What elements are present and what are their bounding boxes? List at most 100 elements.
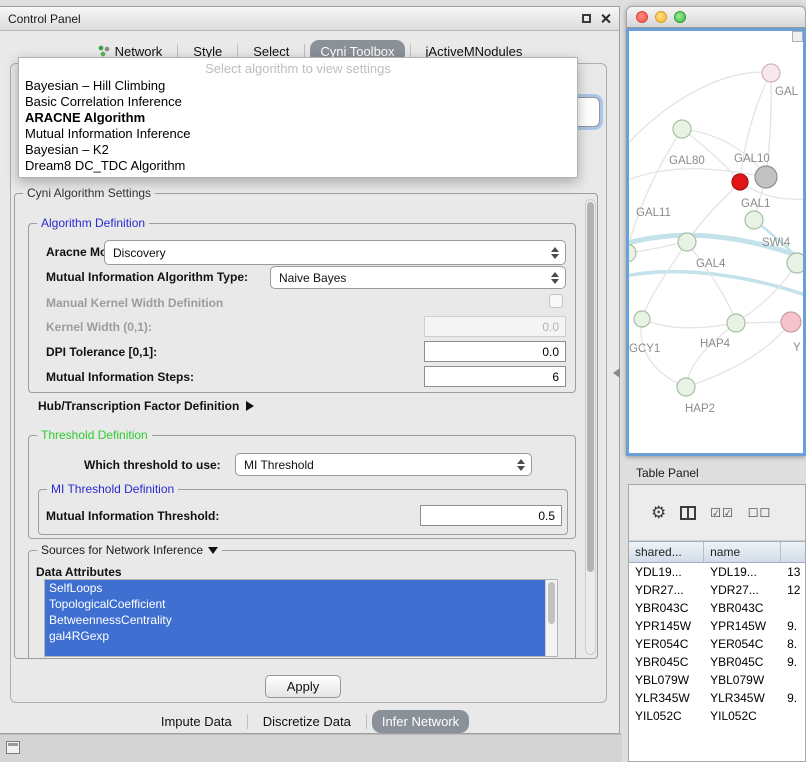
kernel-width-label: Kernel Width (0,1):: [46, 320, 152, 334]
panel-collapse-arrow-icon[interactable]: [613, 368, 620, 378]
menu-item-bayesian-k2[interactable]: Bayesian – K2: [19, 142, 577, 158]
maximize-icon[interactable]: [581, 13, 592, 24]
settings-scrollbar-thumb[interactable]: [587, 202, 594, 572]
columns-icon[interactable]: [680, 506, 696, 520]
hub-definition-toggle[interactable]: Hub/Transcription Factor Definition: [38, 399, 254, 413]
network-view-window: GALGAL80GAL10GAL11GAL1SWI4GAL4GCY1HAP4YH…: [626, 6, 806, 456]
network-node-green[interactable]: [678, 233, 696, 251]
network-node-green[interactable]: [787, 253, 803, 273]
menu-item-aracne-algorithm[interactable]: ARACNE Algorithm: [19, 110, 577, 126]
gear-icon[interactable]: [651, 503, 666, 523]
network-node-green[interactable]: [629, 244, 636, 262]
table-row[interactable]: YPR145WYPR145W9.: [629, 617, 806, 635]
checked-boxes-icon[interactable]: [710, 506, 734, 520]
table-toolbar: [629, 485, 805, 541]
menu-item-mutual-information-inference[interactable]: Mutual Information Inference: [19, 126, 577, 142]
table-cell: YLR345W: [704, 689, 781, 707]
list-scrollbar-thumb[interactable]: [548, 582, 555, 624]
table-row[interactable]: YBL079WYBL079W: [629, 671, 806, 689]
minimized-panel-icon[interactable]: [6, 741, 20, 754]
tab-label: Discretize Data: [263, 714, 351, 729]
list-scrollbar[interactable]: [545, 580, 557, 656]
column-header-name[interactable]: name: [704, 541, 781, 563]
window-buttons: [581, 13, 611, 24]
unchecked-boxes-icon[interactable]: [748, 506, 772, 520]
table-cell: [781, 599, 806, 617]
tab-separator: [366, 714, 367, 729]
network-edge: [642, 242, 687, 319]
network-node-red[interactable]: [732, 174, 748, 190]
settings-scrollbar[interactable]: [585, 199, 596, 655]
table-cell: YER054C: [629, 635, 704, 653]
menu-item-bayesian-hill-climbing[interactable]: Bayesian – Hill Climbing: [19, 78, 577, 94]
node-label-gal10: GAL10: [734, 153, 770, 165]
network-node-gray[interactable]: [755, 166, 777, 188]
control-panel-title-bar[interactable]: Control Panel: [0, 7, 619, 31]
table-row[interactable]: YER054CYER054C8.: [629, 635, 806, 653]
table-cell: [781, 671, 806, 689]
menu-item-dream8-dc-tdc-algorithm[interactable]: Dream8 DC_TDC Algorithm: [19, 158, 577, 174]
table-cell: 9.: [781, 653, 806, 671]
minimize-traffic-light-icon[interactable]: [655, 11, 667, 23]
table-row[interactable]: YBR043CYBR043C: [629, 599, 806, 617]
column-header-2[interactable]: [781, 541, 806, 563]
table-row[interactable]: YDR27...YDR27...12: [629, 581, 806, 599]
table-row[interactable]: YIL052CYIL052C: [629, 707, 806, 725]
dropdown-items: Bayesian – Hill ClimbingBasic Correlatio…: [19, 78, 577, 174]
list-item-partial[interactable]: [45, 644, 546, 657]
table-cell: YER054C: [704, 635, 781, 653]
aracne-mode-select[interactable]: Discovery: [104, 240, 566, 265]
network-canvas[interactable]: GALGAL80GAL10GAL11GAL1SWI4GAL4GCY1HAP4YH…: [626, 28, 806, 456]
network-node-green[interactable]: [677, 378, 695, 396]
network-node-green[interactable]: [745, 211, 763, 229]
network-edge: [629, 272, 803, 297]
list-item-selfloops[interactable]: SelfLoops: [45, 580, 546, 596]
network-graph: GALGAL80GAL10GAL11GAL1SWI4GAL4GCY1HAP4YH…: [629, 31, 803, 453]
network-window-title-bar[interactable]: [626, 6, 806, 28]
table-cell: YBR045C: [629, 653, 704, 671]
network-node-green[interactable]: [727, 314, 745, 332]
dpi-tolerance-label: DPI Tolerance [0,1]:: [46, 345, 157, 359]
zoom-traffic-light-icon[interactable]: [674, 11, 686, 23]
network-node-pink_light[interactable]: [762, 64, 780, 82]
column-header-shared[interactable]: shared...: [629, 541, 704, 563]
table-panel-title: Table Panel: [636, 466, 699, 480]
dropdown-placeholder: Select algorithm to view settings: [19, 58, 577, 78]
table-cell: YPR145W: [629, 617, 704, 635]
mi-algorithm-type-value: Naive Bayes: [279, 271, 346, 285]
tab-infer-network[interactable]: Infer Network: [372, 710, 469, 733]
mi-steps-field[interactable]: [424, 366, 566, 387]
desktop: { "control_panel": { "title": "Control P…: [0, 0, 806, 762]
close-icon[interactable]: [600, 13, 611, 24]
network-node-green[interactable]: [673, 120, 691, 138]
menu-item-basic-correlation-inference[interactable]: Basic Correlation Inference: [19, 94, 577, 110]
node-label-swi4: SWI4: [762, 237, 791, 249]
data-attributes-list[interactable]: SelfLoopsTopologicalCoefficientBetweenne…: [44, 579, 558, 657]
table-row[interactable]: YBR045CYBR045C9.: [629, 653, 806, 671]
table-cell: YBR043C: [704, 599, 781, 617]
stepper-icon: [551, 247, 559, 259]
close-traffic-light-icon[interactable]: [636, 11, 648, 23]
manual-kernel-width-checkbox[interactable]: [549, 294, 563, 308]
mi-algorithm-type-label: Mutual Information Algorithm Type:: [46, 270, 248, 284]
which-threshold-select[interactable]: MI Threshold: [235, 453, 532, 476]
mi-threshold-field[interactable]: [420, 505, 562, 526]
apply-button[interactable]: Apply: [265, 675, 341, 698]
network-node-pink[interactable]: [781, 312, 801, 332]
mi-threshold-definition-title: MI Threshold Definition: [47, 482, 178, 496]
table-cell: 12: [781, 581, 806, 599]
table-row[interactable]: YDL19...YDL19...13: [629, 563, 806, 581]
network-edge: [687, 242, 736, 323]
network-node-green[interactable]: [634, 311, 650, 327]
table-row[interactable]: YLR345WYLR345W9.: [629, 689, 806, 707]
which-threshold-label: Which threshold to use:: [84, 458, 221, 472]
tab-discretize-data[interactable]: Discretize Data: [253, 710, 361, 733]
tab-label: Impute Data: [161, 714, 232, 729]
collapse-down-triangle-icon[interactable]: [208, 547, 218, 554]
list-item-gal4rgexp[interactable]: gal4RGexp: [45, 628, 546, 644]
tab-impute-data[interactable]: Impute Data: [151, 710, 242, 733]
mi-algorithm-type-select[interactable]: Naive Bayes: [270, 266, 566, 289]
list-item-topologicalcoefficient[interactable]: TopologicalCoefficient: [45, 596, 546, 612]
dpi-tolerance-field[interactable]: [424, 341, 566, 362]
list-item-betweennesscentrality[interactable]: BetweennessCentrality: [45, 612, 546, 628]
